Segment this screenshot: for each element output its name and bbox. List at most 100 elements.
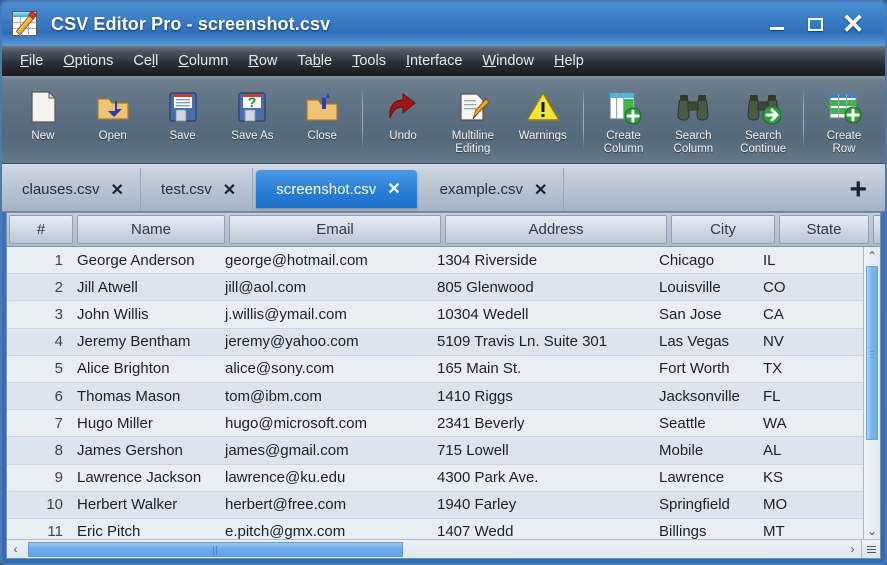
address-cell[interactable]: 5109 Travis Ln. Suite 301 xyxy=(431,333,653,350)
horizontal-scrollbar[interactable]: ‹ › xyxy=(7,539,880,558)
city-cell[interactable]: Seattle xyxy=(653,415,757,432)
table-row[interactable]: 7 Hugo Miller hugo@microsoft.com 2341 Bever… xyxy=(7,410,863,438)
toolbar-button-close[interactable]: Close xyxy=(287,76,357,163)
city-cell[interactable]: Springfield xyxy=(653,496,757,513)
city-cell[interactable]: San Jose xyxy=(653,306,757,323)
table-row[interactable]: 4 Jeremy Bentham jeremy@yahoo.com 5109 Trav… xyxy=(7,328,863,356)
address-cell[interactable]: 2341 Beverly xyxy=(431,415,653,432)
scroll-up-button[interactable]: ⌃ xyxy=(864,247,880,264)
menu-item-options[interactable]: Options xyxy=(53,49,123,73)
column-header-city[interactable]: City xyxy=(671,215,775,244)
tab-test-csv[interactable]: test.csv ✕ xyxy=(141,168,254,211)
name-cell[interactable]: Lawrence Jackson xyxy=(71,469,219,486)
horizontal-scroll-thumb[interactable] xyxy=(28,541,403,557)
menu-item-cell[interactable]: Cell xyxy=(123,49,168,73)
table-row[interactable]: 1 George Anderson george@hotmail.com 1304 R… xyxy=(7,247,863,275)
state-cell[interactable]: KS xyxy=(757,469,847,486)
scroll-right-button[interactable]: › xyxy=(844,540,861,559)
toolbar-button-open[interactable]: Open xyxy=(78,76,148,163)
scroll-down-button[interactable]: ⌄ xyxy=(864,522,880,539)
city-cell[interactable]: Chicago xyxy=(653,252,757,269)
address-cell[interactable]: 4300 Park Ave. xyxy=(431,469,653,486)
row-number-cell[interactable]: 8 xyxy=(7,442,71,459)
name-cell[interactable]: Alice Brighton xyxy=(71,360,219,377)
state-cell[interactable]: WA xyxy=(757,415,847,432)
table-row[interactable]: 3 John Willis j.willis@ymail.com 10304 Wede… xyxy=(7,301,863,329)
toolbar-button-undo[interactable]: Undo xyxy=(368,76,438,163)
horizontal-scroll-track[interactable] xyxy=(24,541,844,557)
address-cell[interactable]: 10304 Wedell xyxy=(431,306,653,323)
column-header-address[interactable]: Address xyxy=(445,215,667,244)
table-row[interactable]: 6 Thomas Mason tom@ibm.com 1410 Riggs Jackso… xyxy=(7,382,863,411)
menu-item-interface[interactable]: Interface xyxy=(396,49,472,73)
state-cell[interactable]: NV xyxy=(757,333,847,350)
row-number-cell[interactable]: 2 xyxy=(7,279,71,296)
toolbar-button-search-continue[interactable]: Search Continue xyxy=(728,76,798,163)
state-cell[interactable]: CO xyxy=(757,279,847,296)
address-cell[interactable]: 1304 Riverside xyxy=(431,252,653,269)
email-cell[interactable]: jill@aol.com xyxy=(219,279,431,296)
menu-item-window[interactable]: Window xyxy=(472,49,544,73)
name-cell[interactable]: Eric Pitch xyxy=(71,523,219,539)
city-cell[interactable]: Billings xyxy=(653,523,757,539)
tab-example-csv[interactable]: example.csv ✕ xyxy=(420,168,565,211)
tab-close-icon[interactable]: ✕ xyxy=(111,180,124,200)
column-header-num[interactable]: # xyxy=(9,215,73,244)
table-row[interactable]: 10 Herbert Walker herbert@free.com 1940 Far… xyxy=(7,491,863,519)
email-cell[interactable]: hugo@microsoft.com xyxy=(219,415,431,432)
table-row[interactable]: 2 Jill Atwell jill@aol.com 805 Glenwood Loui… xyxy=(7,274,863,302)
row-number-cell[interactable]: 5 xyxy=(7,360,71,377)
toolbar-button-create-column[interactable]: Create Column xyxy=(589,76,659,163)
toolbar-button-search-column[interactable]: Search Column xyxy=(658,76,728,163)
email-cell[interactable]: herbert@free.com xyxy=(219,496,431,513)
state-cell[interactable]: IL xyxy=(757,252,847,269)
close-button[interactable]: ✕ xyxy=(834,2,872,46)
toolbar-button-warnings[interactable]: Warnings xyxy=(508,76,578,163)
row-number-cell[interactable]: 11 xyxy=(7,523,71,539)
row-number-cell[interactable]: 3 xyxy=(7,306,71,323)
email-cell[interactable]: jeremy@yahoo.com xyxy=(219,333,431,350)
address-cell[interactable]: 1407 Wedd xyxy=(431,523,653,539)
column-header-extra[interactable] xyxy=(873,215,880,244)
tab-clauses-csv[interactable]: clauses.csv ✕ xyxy=(2,168,141,211)
row-number-cell[interactable]: 4 xyxy=(7,333,71,350)
toolbar-button-multiline-editing[interactable]: Multiline Editing xyxy=(438,76,508,163)
name-cell[interactable]: Hugo Miller xyxy=(71,415,219,432)
table-row[interactable]: 5 Alice Brighton alice@sony.com 165 Main St… xyxy=(7,355,863,383)
row-number-cell[interactable]: 7 xyxy=(7,415,71,432)
row-number-cell[interactable]: 6 xyxy=(7,388,71,405)
name-cell[interactable]: Jill Atwell xyxy=(71,279,219,296)
email-cell[interactable]: tom@ibm.com xyxy=(219,388,431,405)
table-row[interactable]: 11 Eric Pitch e.pitch@gmx.com 1407 Wedd Bill… xyxy=(7,518,863,539)
city-cell[interactable]: Las Vegas xyxy=(653,333,757,350)
state-cell[interactable]: AL xyxy=(757,442,847,459)
name-cell[interactable]: Jeremy Bentham xyxy=(71,333,219,350)
email-cell[interactable]: lawrence@ku.edu xyxy=(219,469,431,486)
menu-item-file[interactable]: File xyxy=(10,49,53,73)
city-cell[interactable]: Fort Worth xyxy=(653,360,757,377)
toolbar-button-create-row[interactable]: Create Row xyxy=(809,76,879,163)
maximize-button[interactable] xyxy=(796,2,834,46)
scroll-left-button[interactable]: ‹ xyxy=(7,540,24,559)
city-cell[interactable]: Louisville xyxy=(653,279,757,296)
toolbar-button-save[interactable]: Save xyxy=(148,76,218,163)
menu-item-column[interactable]: Column xyxy=(168,49,238,73)
tab-close-icon[interactable]: ✕ xyxy=(387,179,400,199)
name-cell[interactable]: George Anderson xyxy=(71,252,219,269)
name-cell[interactable]: John Willis xyxy=(71,306,219,323)
email-cell[interactable]: alice@sony.com xyxy=(219,360,431,377)
address-cell[interactable]: 165 Main St. xyxy=(431,360,653,377)
vertical-scrollbar[interactable]: ⌃ ⌄ xyxy=(863,247,880,539)
toolbar-button-save-as[interactable]: ? Save As xyxy=(217,76,287,163)
toolbar-button-new[interactable]: New xyxy=(8,76,78,163)
state-cell[interactable]: TX xyxy=(757,360,847,377)
vertical-scroll-thumb[interactable] xyxy=(866,266,878,440)
name-cell[interactable]: Herbert Walker xyxy=(71,496,219,513)
address-cell[interactable]: 715 Lowell xyxy=(431,442,653,459)
table-row[interactable]: 8 James Gershon james@gmail.com 715 Lowell M… xyxy=(7,437,863,465)
city-cell[interactable]: Mobile xyxy=(653,442,757,459)
email-cell[interactable]: j.willis@ymail.com xyxy=(219,306,431,323)
row-number-cell[interactable]: 9 xyxy=(7,469,71,486)
table-row[interactable]: 9 Lawrence Jackson lawrence@ku.edu 4300 Par… xyxy=(7,464,863,492)
column-header-email[interactable]: Email xyxy=(229,215,441,244)
